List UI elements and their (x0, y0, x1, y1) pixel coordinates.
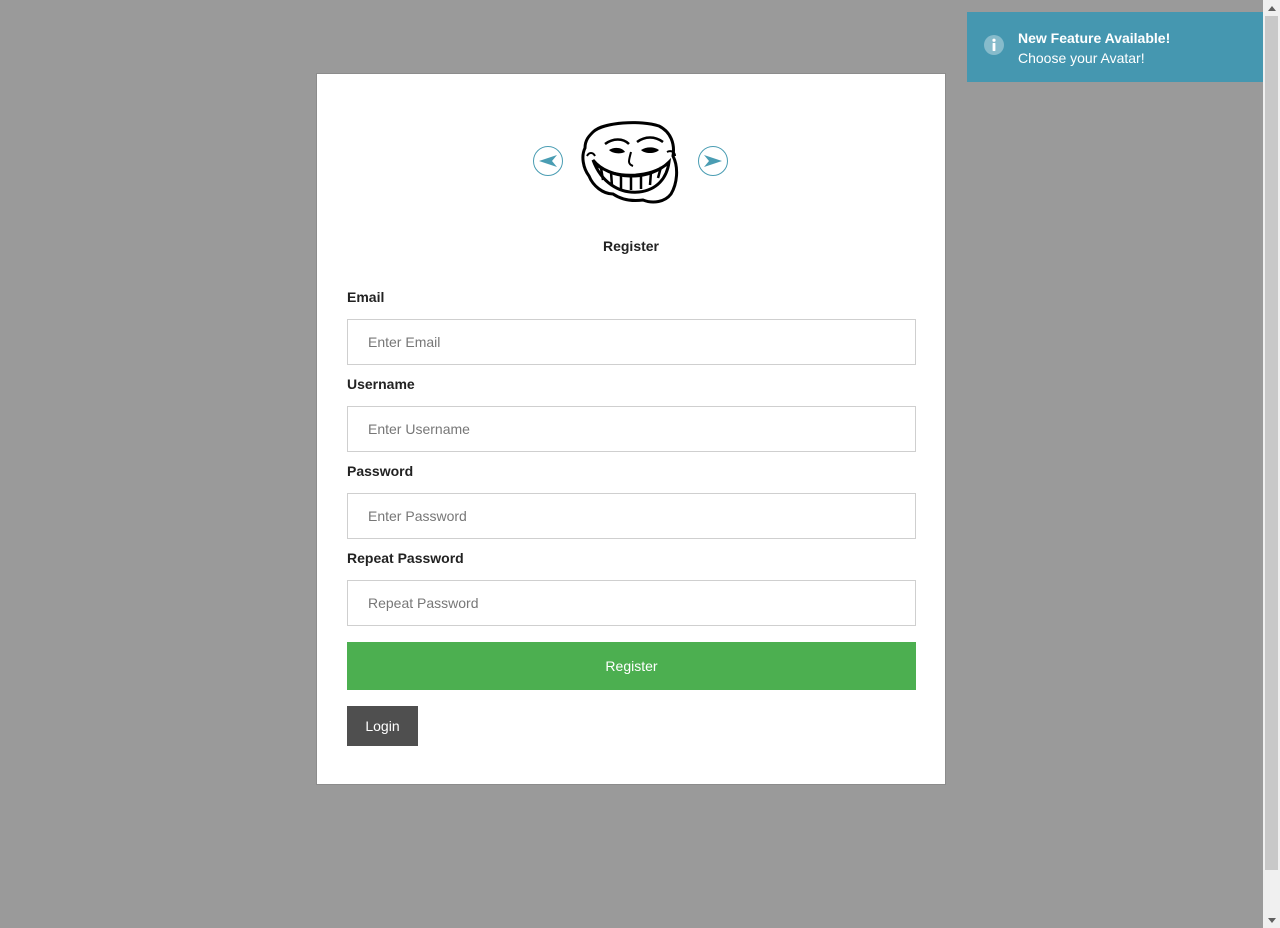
avatar-prev-button[interactable] (533, 146, 563, 176)
scrollbar-thumb[interactable] (1265, 16, 1278, 870)
email-field[interactable] (347, 319, 916, 365)
repeat-password-field[interactable] (347, 580, 916, 626)
password-label: Password (347, 463, 414, 479)
avatar-next-button[interactable] (698, 146, 728, 176)
notification-toast[interactable]: New Feature Available! Choose your Avata… (967, 12, 1268, 82)
register-card: Register Email Username Password Repeat … (316, 73, 946, 785)
troll-face-avatar (581, 121, 679, 204)
scroll-down-arrow-icon[interactable] (1263, 912, 1280, 928)
password-field[interactable] (347, 493, 916, 539)
scroll-up-arrow-icon[interactable] (1263, 0, 1280, 16)
toast-message: Choose your Avatar! (1018, 50, 1145, 66)
arrow-right-icon (704, 155, 722, 167)
login-button[interactable]: Login (347, 706, 418, 746)
arrow-left-icon (539, 155, 557, 167)
username-field[interactable] (347, 406, 916, 452)
vertical-scrollbar[interactable] (1263, 0, 1280, 928)
info-icon (984, 35, 1004, 55)
avatar-picker (317, 120, 945, 204)
username-label: Username (347, 376, 415, 392)
email-label: Email (347, 289, 385, 305)
repeat-password-label: Repeat Password (347, 550, 464, 566)
register-button[interactable]: Register (347, 642, 916, 690)
toast-title: New Feature Available! (1018, 30, 1171, 46)
form-heading: Register (602, 238, 660, 254)
